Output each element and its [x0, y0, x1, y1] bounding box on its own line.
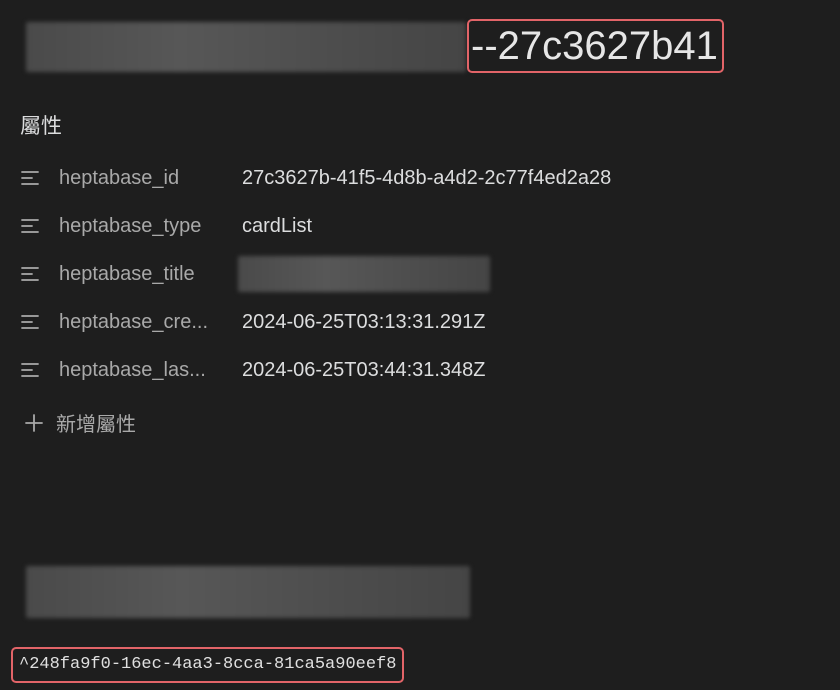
property-value[interactable]: 2024-06-25T03:44:31.348Z	[242, 359, 486, 382]
add-property-label: 新增屬性	[56, 414, 136, 436]
text-lines-icon[interactable]	[20, 168, 42, 188]
property-value[interactable]: 2024-06-25T03:13:31.291Z	[242, 311, 486, 334]
property-value[interactable]: cardList	[242, 215, 312, 238]
property-key[interactable]: heptabase_type	[59, 215, 242, 238]
property-row-heptabase-last-edited[interactable]: heptabase_las... 2024-06-25T03:44:31.348…	[20, 352, 486, 388]
property-value[interactable]: 27c3627b-41f5-4d8b-a4d2-2c77f4ed2a28	[242, 167, 611, 190]
text-lines-icon[interactable]	[20, 216, 42, 236]
property-key[interactable]: heptabase_las...	[59, 359, 242, 382]
property-row-heptabase-type[interactable]: heptabase_type cardList	[20, 208, 312, 244]
property-key[interactable]: heptabase_id	[59, 167, 242, 190]
content-blurred	[26, 566, 470, 618]
property-key[interactable]: heptabase_cre...	[59, 311, 242, 334]
add-property-button[interactable]: 新增屬性	[24, 408, 136, 437]
properties-heading: 屬性	[20, 115, 62, 138]
property-row-heptabase-id[interactable]: heptabase_id 27c3627b-41f5-4d8b-a4d2-2c7…	[20, 160, 611, 196]
text-lines-icon[interactable]	[20, 360, 42, 380]
property-row-heptabase-created[interactable]: heptabase_cre... 2024-06-25T03:13:31.291…	[20, 304, 486, 340]
plus-icon	[24, 412, 46, 434]
property-key[interactable]: heptabase_title	[59, 263, 242, 286]
note-title-suffix[interactable]: --27c3627b41	[467, 19, 724, 73]
text-lines-icon[interactable]	[20, 264, 42, 284]
block-id[interactable]: ^248fa9f0-16ec-4aa3-8cca-81ca5a90eef8	[11, 647, 405, 683]
property-row-heptabase-title[interactable]: heptabase_title	[20, 256, 242, 292]
note-title-blurred	[26, 22, 466, 72]
property-value-blurred	[238, 256, 490, 292]
text-lines-icon[interactable]	[20, 312, 42, 332]
